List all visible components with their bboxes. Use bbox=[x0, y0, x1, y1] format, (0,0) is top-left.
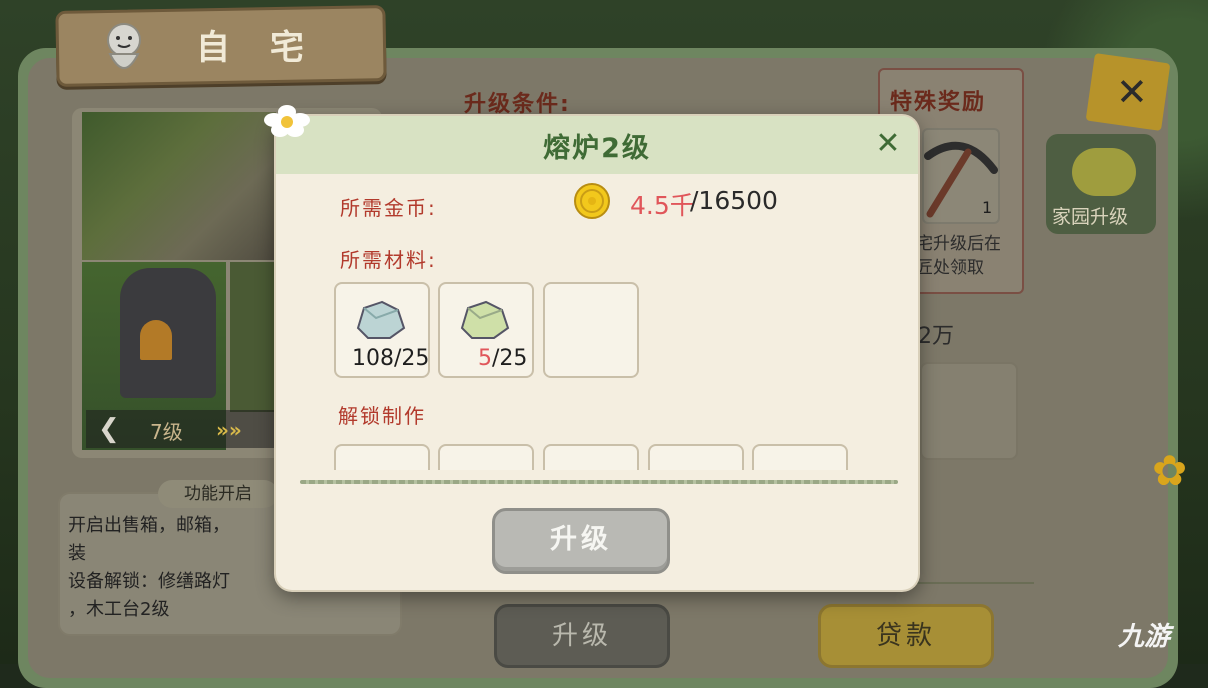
dialog-divider bbox=[300, 480, 898, 484]
watermark-logo: 九游 bbox=[1118, 622, 1171, 652]
coin-label: 所需金币: bbox=[340, 196, 437, 220]
function-description: 开启出售箱，邮箱， 装 设备解锁：修缮路灯 ，木工台2级 bbox=[68, 512, 288, 624]
function-tab: 功能开启 bbox=[158, 480, 278, 508]
function-line: 设备解锁：修缮路灯 bbox=[68, 571, 230, 592]
material-count: 5/25 bbox=[478, 346, 528, 371]
function-line: ，木工台2级 bbox=[68, 599, 170, 620]
fire-icon bbox=[140, 320, 172, 360]
item-slot bbox=[920, 362, 1018, 460]
double-chevron-right-icon[interactable]: »» bbox=[216, 418, 242, 442]
special-reward-title: 特殊奖励 bbox=[890, 90, 987, 115]
level-label: 7级 bbox=[150, 420, 183, 444]
unlock-item-slot[interactable] bbox=[438, 444, 534, 470]
loan-button[interactable]: 贷款 bbox=[818, 604, 994, 668]
cloud-icon bbox=[1072, 148, 1136, 196]
green-ore-icon bbox=[460, 300, 510, 339]
unlock-list[interactable] bbox=[330, 440, 860, 470]
upgrade-conditions-label: 升级条件: bbox=[464, 92, 571, 117]
upgrade-button[interactable]: 升级 bbox=[494, 604, 670, 668]
dialog-upgrade-button[interactable]: 升级 bbox=[492, 508, 670, 574]
unlock-label: 解锁制作 bbox=[338, 404, 426, 428]
reward-count: 1 bbox=[982, 198, 993, 217]
reward-desc-line: 匠处领取 bbox=[916, 258, 984, 278]
building-image-side bbox=[230, 262, 276, 412]
reward-description: 宅升级后在 匠处领取 bbox=[916, 232, 1018, 280]
chevron-left-icon[interactable]: ❮ bbox=[98, 414, 120, 444]
unlock-item-slot[interactable] bbox=[334, 444, 430, 470]
material-count: 108/25 bbox=[352, 346, 430, 371]
gold-coin-icon bbox=[574, 183, 610, 219]
dialog-title: 熔炉2级 bbox=[543, 133, 651, 164]
partial-value: 2万 bbox=[918, 324, 954, 349]
flower-icon: ✿ bbox=[1152, 446, 1188, 495]
mascot-icon bbox=[107, 23, 141, 69]
coin-need: /16500 bbox=[690, 186, 778, 215]
unlock-item-slot[interactable] bbox=[648, 444, 744, 470]
material-slot-empty bbox=[543, 282, 639, 378]
coin-have: 4.5千 bbox=[630, 191, 695, 220]
materials-label: 所需材料: bbox=[340, 248, 437, 272]
building-image bbox=[82, 112, 276, 260]
dialog-close-icon[interactable]: ✕ bbox=[872, 128, 904, 160]
page-title: 自 宅 bbox=[196, 28, 318, 68]
stone-ore-icon bbox=[356, 300, 406, 339]
reward-desc-line: 宅升级后在 bbox=[916, 234, 1001, 254]
function-line: 开启出售箱，邮箱， bbox=[68, 515, 230, 536]
home-upgrade-label: 家园升级 bbox=[1052, 206, 1129, 228]
unlock-item-slot[interactable] bbox=[543, 444, 639, 470]
unlock-item-slot[interactable] bbox=[752, 444, 848, 470]
function-line: 装 bbox=[68, 543, 86, 564]
close-icon: ✕ bbox=[1116, 70, 1148, 114]
